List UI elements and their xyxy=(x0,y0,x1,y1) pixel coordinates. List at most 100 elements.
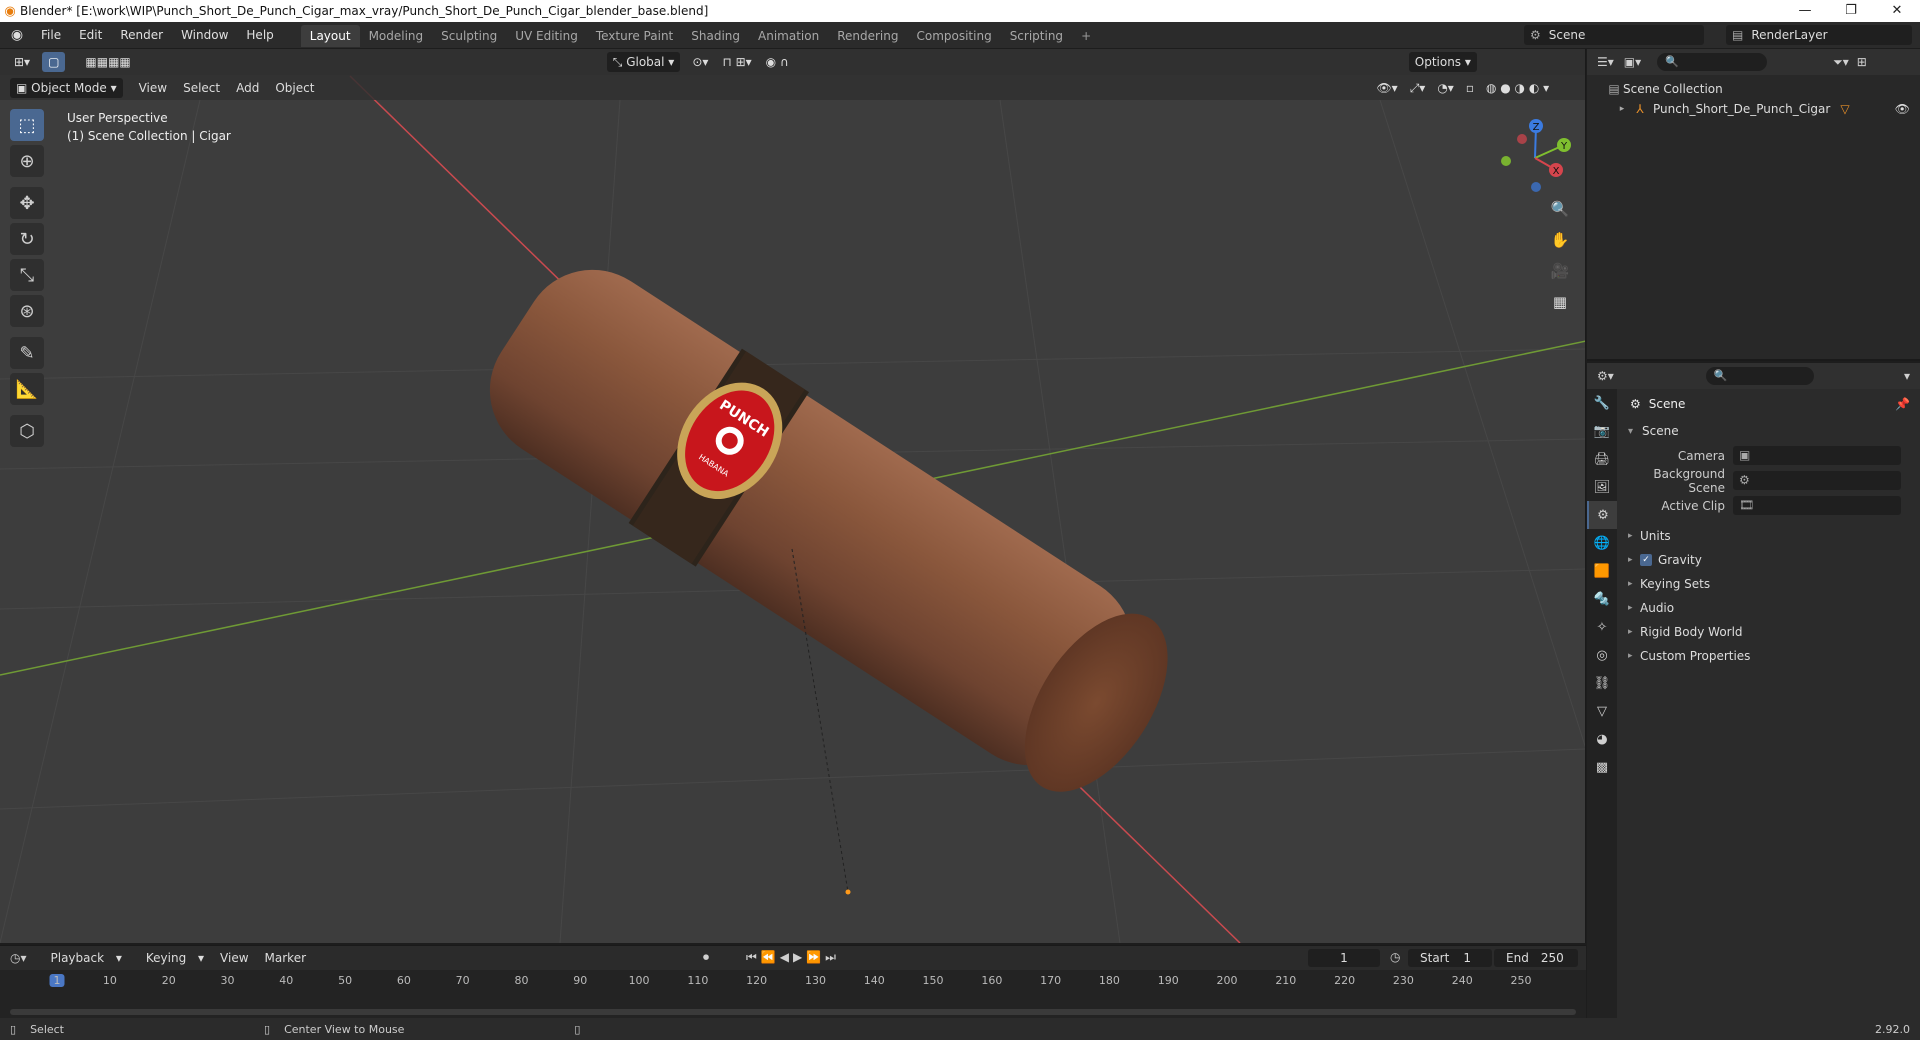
scene-collection-row[interactable]: ▤ Scene Collection xyxy=(1587,79,1920,99)
gravity-checkbox[interactable]: ✓ xyxy=(1640,554,1652,566)
tool-tab-icon[interactable]: 🔧 xyxy=(1587,389,1617,417)
menu-marker[interactable]: Marker xyxy=(257,951,314,965)
scene-tab-icon[interactable]: ⚙ xyxy=(1587,501,1617,529)
editor-type-icon[interactable]: ⊞▾ xyxy=(8,52,36,72)
new-collection-icon[interactable]: ⊞ xyxy=(1857,55,1867,69)
xray-icon[interactable]: ▫ xyxy=(1460,78,1480,98)
properties-search-input[interactable]: 🔍 xyxy=(1705,367,1814,385)
menu-select[interactable]: Select xyxy=(175,81,228,95)
tab-layout[interactable]: Layout xyxy=(300,25,360,47)
pivot-icon[interactable]: ⊙▾ xyxy=(686,52,714,72)
timeline-editor-icon[interactable]: ◷▾ xyxy=(10,951,27,965)
transform-tool-icon[interactable]: ⊛ xyxy=(10,295,44,327)
object-tab-icon[interactable]: 🟧 xyxy=(1587,557,1617,585)
measure-tool-icon[interactable]: 📐 xyxy=(10,373,44,405)
menu-keying[interactable]: Keying ▾ xyxy=(130,951,212,965)
timeline-scrollbar[interactable] xyxy=(10,1009,1576,1015)
add-workspace-button[interactable]: + xyxy=(1072,25,1100,47)
outliner-search-input[interactable]: 🔍 xyxy=(1657,53,1768,71)
scene-selector[interactable]: ⚙ Scene xyxy=(1524,25,1704,45)
display-mode-icon[interactable]: ▣▾ xyxy=(1624,55,1641,69)
render-layer-selector[interactable]: ▤ RenderLayer xyxy=(1726,25,1912,45)
pin-icon[interactable]: 📌 xyxy=(1895,397,1910,411)
select-mode-icons[interactable]: ▦▦▦▦ xyxy=(79,52,136,72)
shading-modes-icons[interactable]: ◍ ● ◑ ◐ ▾ xyxy=(1480,78,1555,98)
menu-timeline-view[interactable]: View xyxy=(212,951,256,965)
camera-field[interactable]: ▣ xyxy=(1733,446,1901,465)
zoom-icon[interactable]: 🔍 xyxy=(1546,195,1574,223)
active-clip-field[interactable]: 🎞 xyxy=(1733,496,1901,515)
particles-tab-icon[interactable]: ✧ xyxy=(1587,613,1617,641)
ortho-grid-icon[interactable]: ▦ xyxy=(1546,288,1574,316)
blender-menu-icon[interactable]: ◉ xyxy=(6,22,28,48)
outliner-item-cigar[interactable]: ▸ ⅄ Punch_Short_De_Punch_Cigar ▽ 👁 xyxy=(1587,99,1920,119)
cursor-tool-icon[interactable]: ⊕ xyxy=(10,145,44,177)
menu-add[interactable]: Add xyxy=(228,81,267,95)
camera-view-icon[interactable]: 🎥 xyxy=(1546,257,1574,285)
tab-sculpting[interactable]: Sculpting xyxy=(432,25,506,47)
clock-icon[interactable]: ◷ xyxy=(1390,950,1400,964)
tab-rendering[interactable]: Rendering xyxy=(828,25,907,47)
menu-playback[interactable]: Playback ▾ xyxy=(35,951,130,965)
record-icon[interactable]: ⏺ xyxy=(703,950,709,965)
navigation-gizmo[interactable]: Z Y X xyxy=(1490,113,1580,203)
physics-tab-icon[interactable]: ◎ xyxy=(1587,641,1617,669)
close-button[interactable]: ✕ xyxy=(1874,0,1920,22)
timeline-ruler[interactable]: 1 10 20 30 40 50 60 70 80 90 100 110 120 130 140 150 160… xyxy=(0,972,1586,990)
scene-panel-header[interactable]: ▾ Scene xyxy=(1618,419,1920,443)
tab-modeling[interactable]: Modeling xyxy=(360,25,433,47)
keying-sets-panel-header[interactable]: ▸ Keying Sets xyxy=(1618,572,1920,596)
tab-uv-editing[interactable]: UV Editing xyxy=(506,25,587,47)
material-tab-icon[interactable]: ◕ xyxy=(1587,725,1617,753)
rotate-tool-icon[interactable]: ↻ xyxy=(10,223,44,255)
texture-tab-icon[interactable]: ▩ xyxy=(1587,753,1617,781)
tab-shading[interactable]: Shading xyxy=(682,25,749,47)
output-tab-icon[interactable]: 🖨 xyxy=(1587,445,1617,473)
playback-controls-icons[interactable]: ⏮⏪◀▶⏩⏭ xyxy=(746,950,840,965)
render-tab-icon[interactable]: 📷 xyxy=(1587,417,1617,445)
gizmo-toggle-icon[interactable]: ⤢▾ xyxy=(1404,78,1432,98)
audio-panel-header[interactable]: ▸ Audio xyxy=(1618,596,1920,620)
expand-arrow-icon[interactable]: ▸ xyxy=(1613,104,1631,114)
snap-icon[interactable]: ⊓ ⊞▾ xyxy=(716,52,757,72)
view-layer-tab-icon[interactable]: 🖼 xyxy=(1587,473,1617,501)
timeline-editor[interactable]: ◷▾ Playback ▾ Keying ▾ View Marker ⏺ ⏮⏪◀… xyxy=(0,945,1586,1018)
properties-editor-icon[interactable]: ⚙▾ xyxy=(1597,369,1614,383)
visibility-icon[interactable]: 👁▾ xyxy=(1370,78,1403,98)
menu-render[interactable]: Render xyxy=(111,22,172,48)
gravity-panel-header[interactable]: ▸ ✓ Gravity xyxy=(1618,548,1920,572)
tab-animation[interactable]: Animation xyxy=(749,25,828,47)
constraints-tab-icon[interactable]: ⛓ xyxy=(1587,669,1617,697)
proportional-edit-icon[interactable]: ◉ ∩ xyxy=(760,52,795,72)
cigar-object[interactable]: PUNCH HABANA xyxy=(461,240,1199,820)
tab-scripting[interactable]: Scripting xyxy=(1001,25,1072,47)
minimize-button[interactable]: — xyxy=(1782,0,1828,22)
overlay-toggle-icon[interactable]: ◔▾ xyxy=(1431,78,1460,98)
properties-options-icon[interactable]: ▾ xyxy=(1904,369,1910,383)
end-frame-field[interactable]: End 250 xyxy=(1494,949,1578,967)
units-panel-header[interactable]: ▸ Units xyxy=(1618,524,1920,548)
modifier-tab-icon[interactable]: 🔩 xyxy=(1587,585,1617,613)
scale-tool-icon[interactable]: ⤡ xyxy=(10,259,44,291)
menu-object[interactable]: Object xyxy=(267,81,322,95)
menu-view[interactable]: View xyxy=(131,81,175,95)
menu-edit[interactable]: Edit xyxy=(70,22,111,48)
options-dropdown[interactable]: Options ▾ xyxy=(1408,52,1477,72)
filter-icon[interactable]: ⏷▾ xyxy=(1833,55,1849,70)
select-tool-icon[interactable]: ⬚ xyxy=(10,109,44,141)
visibility-eye-icon[interactable]: 👁 xyxy=(1895,102,1910,116)
move-tool-icon[interactable]: ✥ xyxy=(10,187,44,219)
rigid-body-world-panel-header[interactable]: ▸ Rigid Body World xyxy=(1618,620,1920,644)
mode-dropdown[interactable]: ▣ Object Mode ▾ xyxy=(10,77,123,98)
background-scene-field[interactable]: ⚙ xyxy=(1733,471,1901,490)
custom-properties-panel-header[interactable]: ▸ Custom Properties xyxy=(1618,644,1920,668)
outliner-editor-icon[interactable]: ☰▾ xyxy=(1597,55,1614,69)
3d-viewport[interactable]: PUNCH HABANA ⊞▾ ▢ ▦▦▦▦ ⤡ Global ▾ ⊙▾ ⊓ ⊞… xyxy=(0,49,1586,943)
maximize-button[interactable]: ❐ xyxy=(1828,0,1874,22)
menu-help[interactable]: Help xyxy=(237,22,282,48)
pan-hand-icon[interactable]: ✋ xyxy=(1546,226,1574,254)
data-tab-icon[interactable]: ▽ xyxy=(1587,697,1617,725)
start-frame-field[interactable]: Start 1 xyxy=(1408,949,1492,967)
tab-compositing[interactable]: Compositing xyxy=(907,25,1000,47)
transform-orientation-dropdown[interactable]: ⤡ Global ▾ xyxy=(606,52,681,72)
